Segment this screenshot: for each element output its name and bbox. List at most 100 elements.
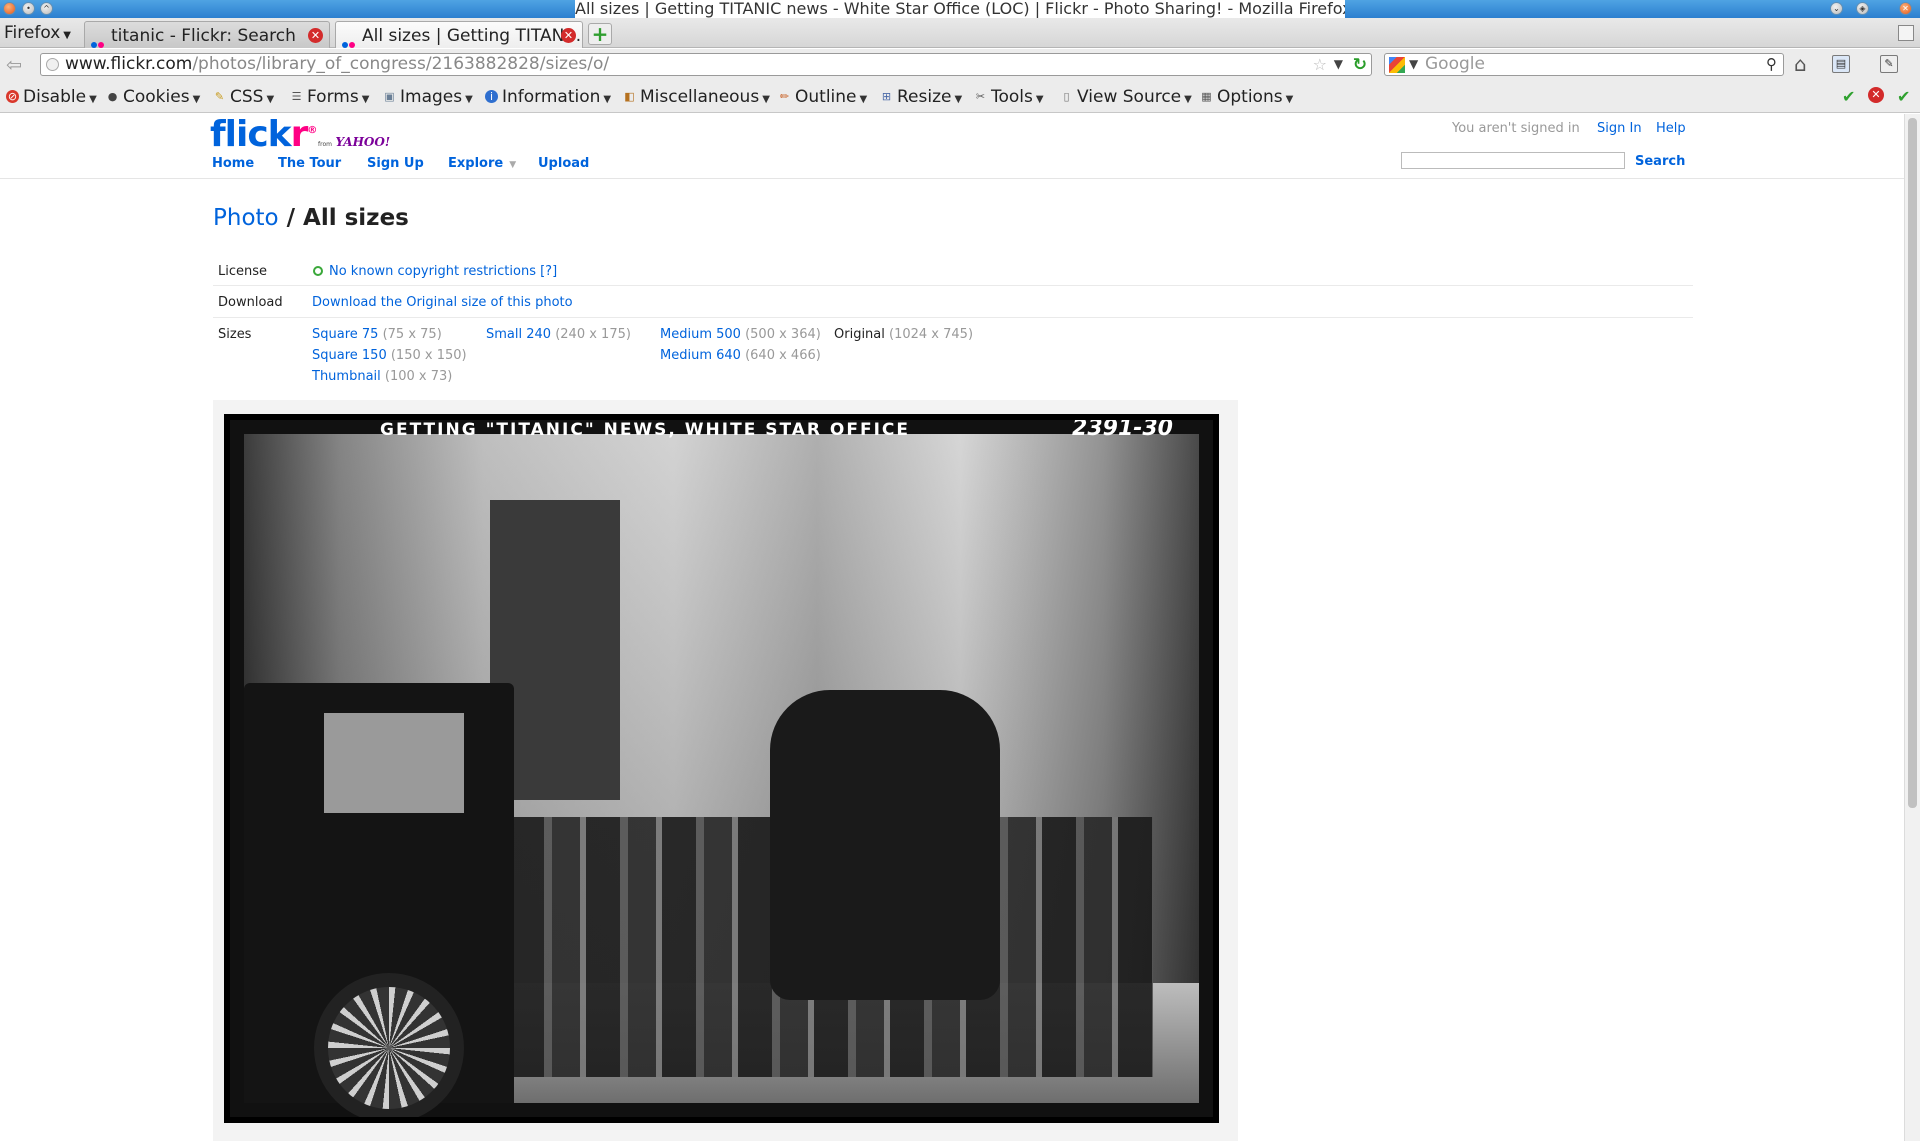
nav-the-tour[interactable]: The Tour (278, 156, 341, 171)
help-link[interactable]: Help (1656, 121, 1686, 136)
options-icon: ▦ (1201, 90, 1212, 103)
scrollbar-thumb[interactable] (1908, 118, 1917, 808)
web-developer-toolbar: ⊘ Disable ▼ ● Cookies ▼ ✎ CSS ▼ ☰ Forms ▼ ▣ Image… (0, 80, 1920, 113)
dev-menu-tools[interactable]: ✂ Tools ▼ (974, 87, 1044, 107)
dev-menu-outline[interactable]: ✏ Outline ▼ (778, 87, 867, 107)
site-identity-icon[interactable] (46, 58, 59, 71)
vertical-scrollbar[interactable] (1904, 114, 1920, 1141)
tools-wrench-icon[interactable]: ✎ (1880, 55, 1898, 73)
dev-menu-images[interactable]: ▣ Images ▼ (383, 87, 473, 107)
tab-titanic-search[interactable]: titanic - Flickr: Search ✕ (84, 21, 330, 48)
dev-menu-forms[interactable]: ☰ Forms ▼ (290, 87, 370, 107)
url-path: /photos/library_of_congress/2163882828/s… (192, 54, 610, 74)
photo-wheel (314, 973, 464, 1117)
explore-dropdown-icon[interactable]: ▼ (509, 160, 516, 170)
cookies-icon: ● (107, 90, 118, 103)
dev-menu-options[interactable]: ▦ Options ▼ (1200, 87, 1293, 107)
window-minimize-icon[interactable]: • (22, 2, 35, 15)
license-label: License (218, 264, 268, 279)
dev-menu-cookies[interactable]: ● Cookies ▼ (106, 87, 201, 107)
close-tab-icon[interactable]: ✕ (561, 28, 576, 43)
row-divider (213, 285, 1693, 286)
license-value[interactable]: No known copyright restrictions [?] (313, 264, 557, 279)
license-help-link[interactable]: [?] (540, 264, 557, 279)
google-engine-icon[interactable] (1389, 57, 1405, 73)
size-original-current: Original (1024 x 745) (834, 327, 974, 342)
home-icon[interactable]: ⌂ (1794, 52, 1807, 76)
flickr-favicon-icon (342, 33, 358, 48)
nav-sign-up[interactable]: Sign Up (367, 156, 424, 171)
window-title-bar: • ^ All sizes | Getting TITANIC news - W… (0, 0, 1920, 18)
tab-label: All sizes | Getting TITAN… (362, 26, 582, 46)
download-row: Download Download the Original size of t… (213, 295, 1693, 315)
download-original-link[interactable]: Download the Original size of this photo (312, 295, 573, 310)
tab-groups-icon[interactable] (1898, 25, 1914, 41)
reload-icon[interactable]: ↻ (1353, 55, 1367, 76)
photo-caption: GETTING "TITANIC" NEWS, WHITE STAR OFFIC… (380, 420, 911, 440)
url-host: www.flickr.com (65, 54, 193, 74)
tab-all-sizes[interactable]: All sizes | Getting TITAN… ✕ (335, 21, 583, 48)
size-medium-640[interactable]: Medium 640 (640 x 466) (660, 348, 821, 363)
images-icon: ▣ (384, 90, 395, 103)
binoculars-search-icon[interactable]: ⚲ (1766, 54, 1777, 75)
photo-automobile (244, 683, 514, 1117)
dev-menu-resize[interactable]: ⊞ Resize ▼ (880, 87, 962, 107)
flickr-search-button[interactable]: Search (1635, 154, 1685, 169)
window-maximize-icon[interactable]: ^ (40, 2, 53, 15)
css-icon: ✎ (214, 90, 225, 103)
url-history-dropdown-icon[interactable]: ▼ (1334, 54, 1343, 75)
dev-menu-view-source[interactable]: ▯ View Source ▼ (1060, 87, 1191, 107)
url-bar[interactable]: www.flickr.com/photos/library_of_congres… (40, 53, 1372, 76)
html-valid-check-icon[interactable]: ✔ (1897, 87, 1910, 106)
nav-home[interactable]: Home (212, 156, 254, 171)
from-yahoo-label: from YAHOO! (318, 135, 391, 149)
window-title: All sizes | Getting TITANIC news - White… (575, 0, 1345, 18)
size-square-150[interactable]: Square 150 (150 x 150) (312, 348, 467, 363)
back-arrow-icon[interactable]: ⇦ (6, 54, 22, 76)
license-row: License No known copyright restrictions … (213, 264, 1693, 284)
signed-out-text: You aren't signed in (1452, 121, 1580, 136)
miscellaneous-icon: ◧ (624, 90, 635, 103)
dev-menu-information[interactable]: i Information ▼ (485, 87, 611, 107)
firefox-menu-icon[interactable] (3, 2, 16, 15)
new-tab-button[interactable]: + (588, 23, 612, 45)
outline-icon: ✏ (779, 90, 790, 103)
size-square-75[interactable]: Square 75 (75 x 75) (312, 327, 442, 342)
bookmark-star-icon[interactable]: ☆ (1313, 54, 1327, 75)
js-error-icon[interactable]: ✕ (1868, 87, 1884, 103)
window-close-icon[interactable]: ✕ (1899, 2, 1912, 15)
search-input[interactable]: ▼ Google ⚲ (1384, 53, 1784, 76)
css-valid-check-icon[interactable]: ✔ (1842, 87, 1855, 106)
nav-upload[interactable]: Upload (538, 156, 589, 171)
photo-container: GETTING "TITANIC" NEWS, WHITE STAR OFFIC… (213, 400, 1238, 1141)
sign-in-link[interactable]: Sign In (1597, 121, 1642, 136)
flickr-logo[interactable]: flickr® (210, 114, 317, 155)
size-small-240[interactable]: Small 240 (240 x 175) (486, 327, 631, 342)
page-title: Photo / All sizes (213, 205, 409, 231)
dev-menu-miscellaneous[interactable]: ◧ Miscellaneous ▼ (623, 87, 770, 107)
firefox-menu-button[interactable]: Firefox ▼ (4, 23, 71, 43)
resize-icon: ⊞ (881, 90, 892, 103)
page-viewport: flickr® from YAHOO! Home The Tour Sign U… (0, 114, 1904, 1141)
titanic-photo[interactable]: GETTING "TITANIC" NEWS, WHITE STAR OFFIC… (224, 414, 1219, 1123)
downloads-icon[interactable]: ▤ (1832, 55, 1850, 73)
tab-bar: Firefox ▼ titanic - Flickr: Search ✕ All … (0, 18, 1920, 48)
photo-link[interactable]: Photo (213, 205, 279, 231)
nav-explore[interactable]: Explore ▼ (448, 156, 516, 171)
close-tab-icon[interactable]: ✕ (308, 28, 323, 43)
flickr-search-input[interactable] (1401, 152, 1625, 169)
dev-menu-disable[interactable]: ⊘ Disable ▼ (6, 87, 97, 107)
sizes-row: Sizes Square 75 (75 x 75) Square 150 (15… (213, 327, 1693, 387)
information-icon: i (485, 90, 498, 103)
forms-icon: ☰ (291, 90, 302, 103)
window-restore-icon[interactable]: ⌄ (1830, 2, 1843, 15)
no-restrictions-icon (313, 266, 323, 276)
size-thumbnail[interactable]: Thumbnail (100 x 73) (312, 369, 452, 384)
search-engine-dropdown-icon[interactable]: ▼ (1409, 54, 1418, 75)
download-label: Download (218, 295, 283, 310)
header-divider (0, 178, 1904, 179)
tab-label: titanic - Flickr: Search (111, 26, 296, 46)
window-settings-icon[interactable]: ◈ (1856, 2, 1869, 15)
size-medium-500[interactable]: Medium 500 (500 x 364) (660, 327, 821, 342)
dev-menu-css[interactable]: ✎ CSS ▼ (213, 87, 274, 107)
